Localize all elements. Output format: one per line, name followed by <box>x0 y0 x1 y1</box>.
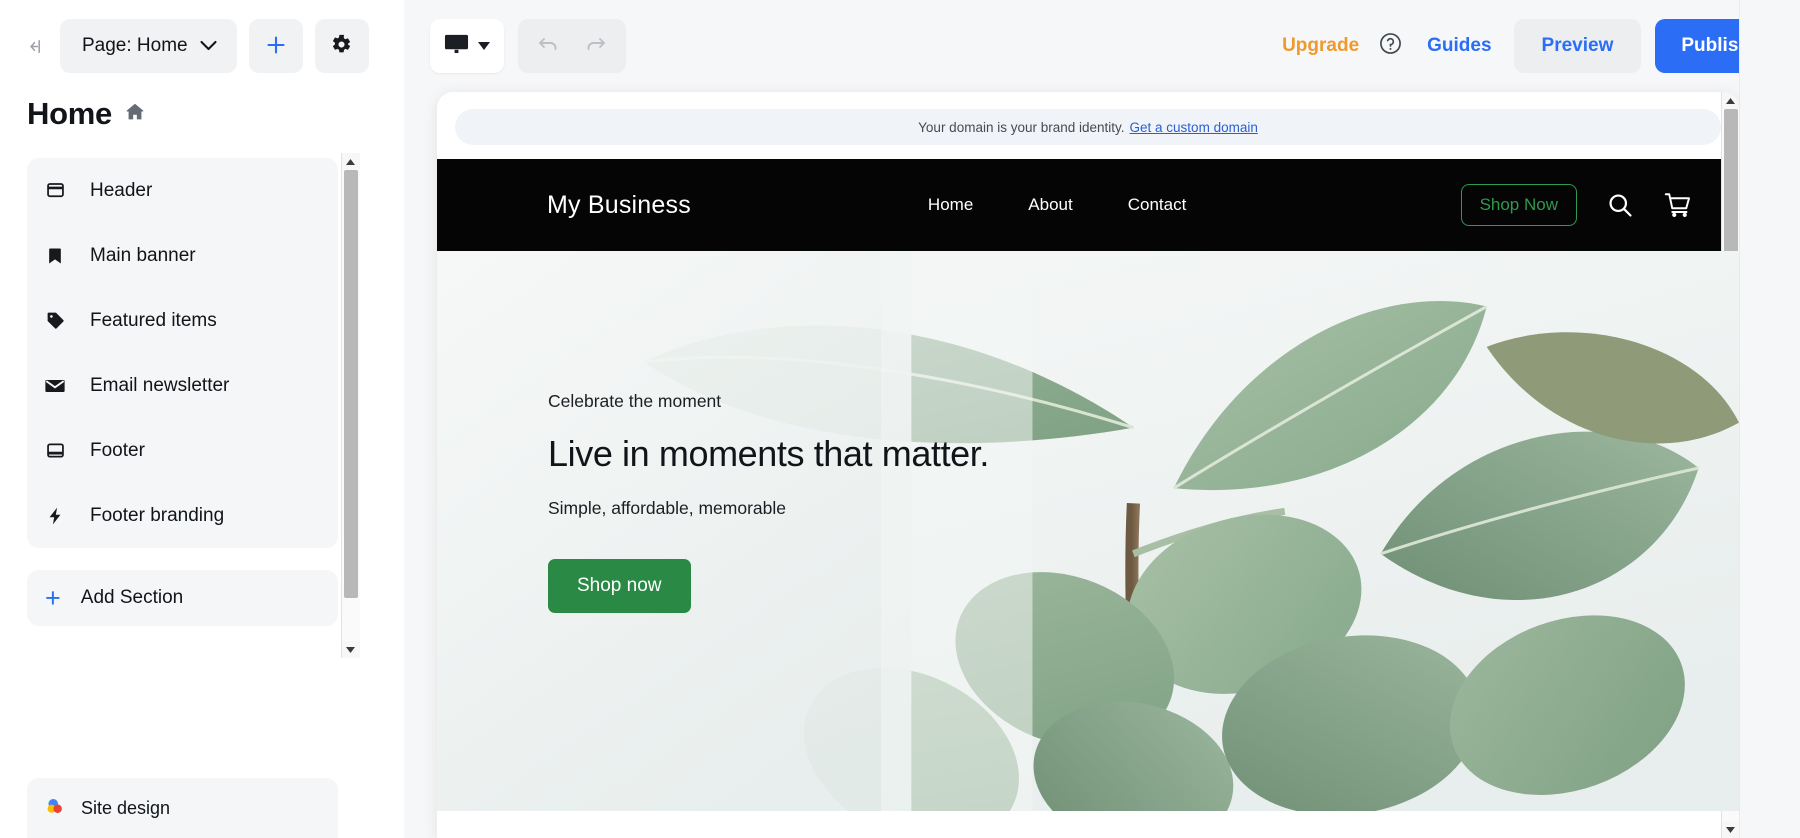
sidebar-scrollbar-track[interactable] <box>341 170 360 641</box>
hero-eyebrow[interactable]: Celebrate the moment <box>548 391 989 412</box>
site-editor-app: Page: Home Home Header Main banner Featu… <box>0 0 1800 838</box>
add-section-button[interactable]: + Add Section <box>27 570 338 626</box>
sidebar-item-featured-items[interactable]: Featured items <box>27 288 338 353</box>
sections-card: Header Main banner Featured items Email … <box>27 158 338 548</box>
gear-icon <box>331 34 352 58</box>
canvas-scrollbar-track[interactable] <box>1721 109 1739 821</box>
sidebar-item-label: Footer <box>90 439 145 461</box>
hero-shop-now-button[interactable]: Shop now <box>548 559 691 613</box>
hero-subheading[interactable]: Simple, affordable, memorable <box>548 498 989 519</box>
site-header-actions: Shop Now <box>1460 184 1693 226</box>
desktop-monitor-icon <box>444 33 469 60</box>
color-palette-icon <box>45 795 67 822</box>
site-nav-item-about[interactable]: About <box>1028 195 1072 215</box>
plus-icon <box>265 34 287 59</box>
sidebar-item-label: Header <box>90 179 153 201</box>
redo-button[interactable] <box>572 22 620 70</box>
header-block-icon <box>43 179 67 203</box>
site-preview-card: Your domain is your brand identity. Get … <box>437 92 1739 838</box>
editor-right-gutter <box>1739 0 1800 838</box>
editor-toolbar: Upgrade Guides Preview Publish <box>404 0 1800 92</box>
question-mark-circle-icon <box>1378 31 1403 61</box>
redo-arrow-icon <box>584 32 608 61</box>
site-nav-item-contact[interactable]: Contact <box>1128 195 1187 215</box>
caret-down-icon <box>478 42 490 50</box>
undo-arrow-icon <box>536 32 560 61</box>
get-custom-domain-link[interactable]: Get a custom domain <box>1130 120 1258 135</box>
sidebar-item-label: Footer branding <box>90 504 225 526</box>
canvas-scrollbar[interactable] <box>1721 92 1739 838</box>
envelope-icon <box>43 374 67 398</box>
sidebar-item-header[interactable]: Header <box>27 158 338 223</box>
sidebar-item-label: Main banner <box>90 244 196 266</box>
scroll-down-arrow-icon[interactable] <box>1721 821 1739 838</box>
scroll-up-arrow-icon[interactable] <box>341 153 360 170</box>
device-selector[interactable] <box>430 19 504 73</box>
site-shop-now-button[interactable]: Shop Now <box>1460 184 1577 226</box>
lightning-bolt-icon <box>43 504 67 528</box>
domain-notice-banner: Your domain is your brand identity. Get … <box>455 109 1721 145</box>
sidebar-item-label: Featured items <box>90 309 217 331</box>
site-design-button[interactable]: Site design <box>27 778 338 838</box>
scroll-up-arrow-icon[interactable] <box>1721 92 1739 109</box>
site-nav: Home About Contact <box>928 195 1186 215</box>
sidebar-toolbar: Page: Home <box>0 0 404 92</box>
site-header: My Business Home About Contact Shop Now <box>437 159 1739 251</box>
site-brand[interactable]: My Business <box>547 191 691 220</box>
sidebar-scrollbar[interactable] <box>341 153 360 658</box>
shopping-cart-icon[interactable] <box>1663 190 1693 220</box>
site-hero-section: Celebrate the moment Live in moments tha… <box>437 251 1739 811</box>
page-title-row: Home <box>0 92 404 158</box>
site-preview-frame: My Business Home About Contact Shop Now <box>437 159 1739 838</box>
collapse-panel-icon[interactable] <box>18 31 48 61</box>
home-icon <box>124 101 146 128</box>
search-icon[interactable] <box>1606 191 1634 219</box>
sidebar-item-email-newsletter[interactable]: Email newsletter <box>27 353 338 418</box>
page-selector[interactable]: Page: Home <box>60 19 237 73</box>
undo-redo-group <box>518 19 626 73</box>
page-selector-label: Page: Home <box>82 35 188 56</box>
plus-icon: + <box>45 582 61 613</box>
hero-copy: Celebrate the moment Live in moments tha… <box>548 391 989 613</box>
chevron-down-icon <box>200 35 217 57</box>
add-section-label: Add Section <box>80 587 184 608</box>
sidebar-item-footer-branding[interactable]: Footer branding <box>27 483 338 548</box>
left-sidebar: Page: Home Home Header Main banner Featu… <box>0 0 404 838</box>
footer-block-icon <box>43 439 67 463</box>
sidebar-item-main-banner[interactable]: Main banner <box>27 223 338 288</box>
help-button[interactable] <box>1375 31 1405 61</box>
sections-list-container: Header Main banner Featured items Email … <box>27 158 377 626</box>
site-nav-item-home[interactable]: Home <box>928 195 973 215</box>
scroll-down-arrow-icon[interactable] <box>341 641 360 658</box>
bookmark-icon <box>43 244 67 268</box>
page-title: Home <box>27 96 112 131</box>
upgrade-link[interactable]: Upgrade <box>1282 35 1359 57</box>
add-page-button[interactable] <box>248 19 303 73</box>
domain-notice-text: Your domain is your brand identity. <box>918 119 1125 135</box>
preview-button[interactable]: Preview <box>1513 19 1642 73</box>
site-settings-button[interactable] <box>314 19 369 73</box>
canvas-scrollbar-thumb[interactable] <box>1723 109 1738 279</box>
guides-link[interactable]: Guides <box>1427 35 1491 57</box>
site-design-label: Site design <box>81 797 171 818</box>
editor-panel: Upgrade Guides Preview Publish Your doma… <box>404 0 1800 838</box>
tag-icon <box>43 309 67 333</box>
sidebar-scrollbar-thumb[interactable] <box>343 170 358 598</box>
sidebar-item-footer[interactable]: Footer <box>27 418 338 483</box>
canvas-area: Your domain is your brand identity. Get … <box>404 92 1800 838</box>
undo-button[interactable] <box>524 22 572 70</box>
hero-heading[interactable]: Live in moments that matter. <box>548 433 989 475</box>
sidebar-item-label: Email newsletter <box>90 374 230 396</box>
